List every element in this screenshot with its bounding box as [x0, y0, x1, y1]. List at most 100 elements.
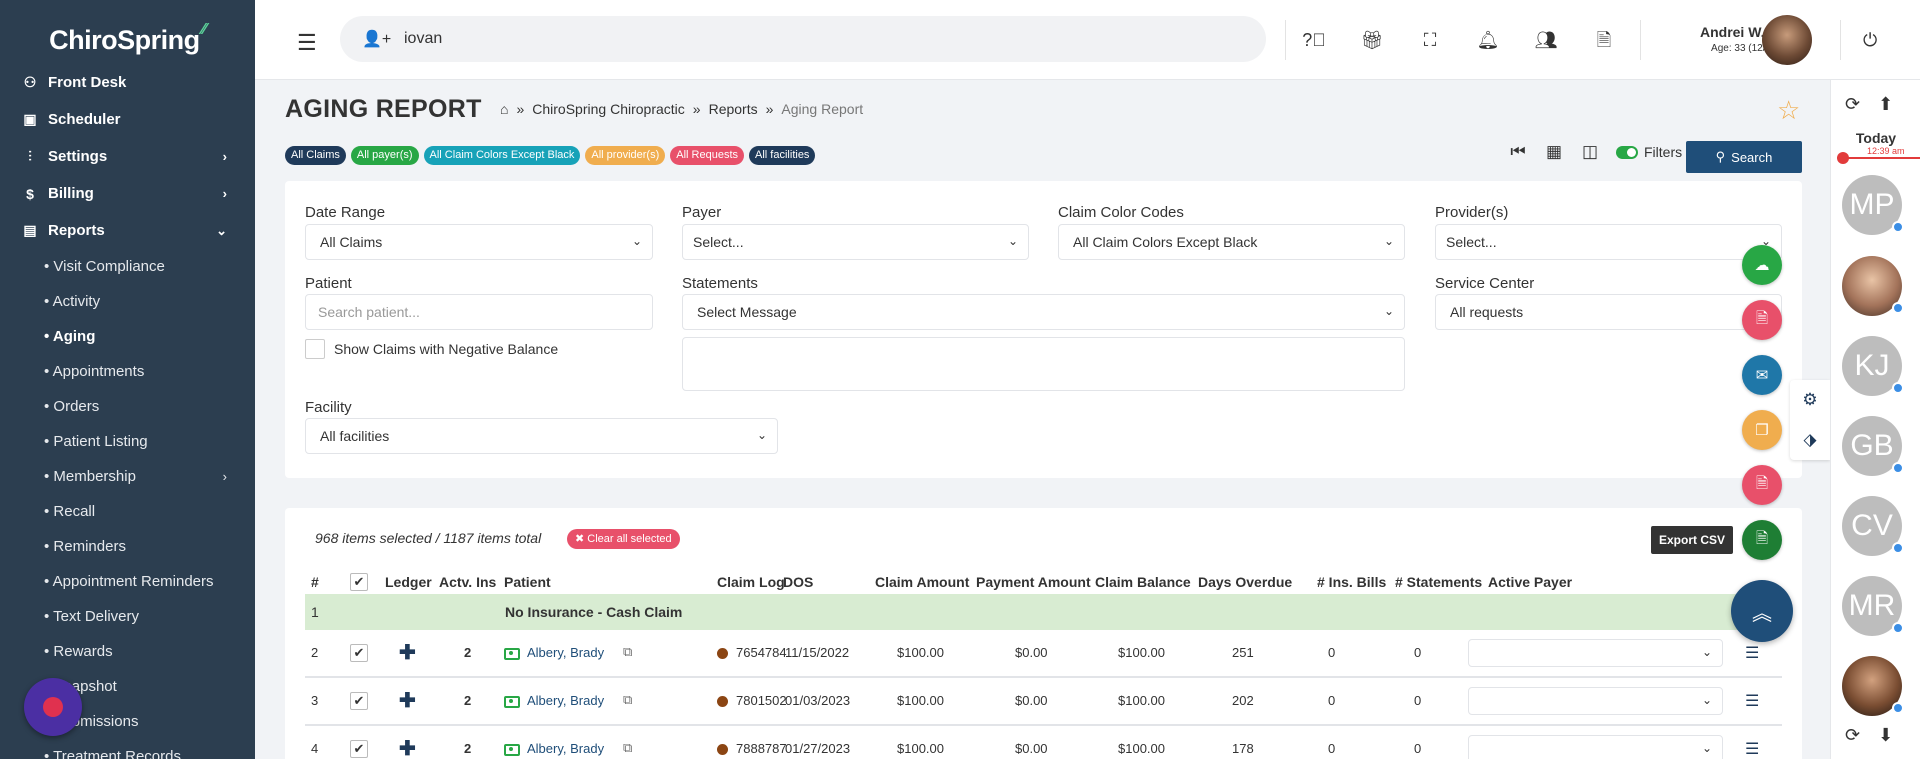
- home-icon[interactable]: ⌂: [500, 101, 508, 117]
- sidebar-sub-treatment-records[interactable]: • Treatment Records: [0, 739, 255, 759]
- add-ledger-icon[interactable]: ✚: [399, 736, 416, 759]
- handshake-icon[interactable]: ⬗: [1790, 420, 1830, 460]
- payer-select[interactable]: Select... ⌄: [682, 224, 1029, 260]
- col-header[interactable]: Patient: [504, 574, 551, 590]
- record-button[interactable]: [24, 678, 82, 736]
- gift-icon[interactable]: 🎁︎: [1343, 22, 1401, 58]
- power-icon[interactable]: ⏻: [1863, 30, 1877, 51]
- sidebar-sub-reminders[interactable]: • Reminders: [0, 529, 255, 564]
- users-icon[interactable]: 👥︎: [1517, 22, 1575, 58]
- sidebar-sub-recall[interactable]: • Recall: [0, 494, 255, 529]
- claim-log-cell[interactable]: 7801502: [717, 693, 787, 708]
- sidebar-sub-membership[interactable]: • Membership ›: [0, 459, 255, 494]
- filters-toggle[interactable]: [1616, 145, 1638, 159]
- external-link-icon[interactable]: ⧉: [623, 692, 632, 708]
- patient-name[interactable]: Albery, Brady: [527, 741, 604, 756]
- arrow-down-icon[interactable]: ⬇: [1878, 725, 1893, 746]
- sidebar-sub-orders[interactable]: • Orders: [0, 389, 255, 424]
- statements-select[interactable]: Select Message ⌄: [682, 294, 1405, 330]
- external-link-icon[interactable]: ⧉: [623, 644, 632, 660]
- sidebar-item-front-desk[interactable]: ⚇ Front Desk: [0, 64, 255, 101]
- table-view-icon[interactable]: ▦: [1536, 142, 1572, 162]
- sidebar-item-scheduler[interactable]: ▣ Scheduler: [0, 101, 255, 138]
- arrow-up-icon[interactable]: ⬆: [1878, 94, 1893, 115]
- refresh-icon[interactable]: ⟳: [1845, 94, 1860, 115]
- patient-name[interactable]: Albery, Brady: [527, 645, 604, 660]
- row-checkbox[interactable]: ✔: [350, 644, 368, 662]
- col-header[interactable]: #: [311, 574, 319, 590]
- select-all-checkbox[interactable]: ✔: [350, 573, 368, 591]
- patient-name[interactable]: Albery, Brady: [527, 693, 604, 708]
- active-payer-select[interactable]: ⌄: [1468, 639, 1723, 667]
- pdf-export-icon[interactable]: 🗎: [1742, 465, 1782, 505]
- service-center-select[interactable]: All requests: [1435, 294, 1782, 330]
- col-header[interactable]: Active Payer: [1488, 574, 1572, 590]
- negative-balance-checkbox[interactable]: [305, 339, 325, 359]
- sidebar-item-billing[interactable]: $ Billing ›: [0, 175, 255, 212]
- patient-search-input[interactable]: [404, 30, 1204, 48]
- gears-icon[interactable]: ⚙: [1790, 380, 1830, 420]
- add-ledger-icon[interactable]: ✚: [399, 688, 416, 713]
- refresh-icon[interactable]: ⟳: [1845, 725, 1860, 746]
- staff-avatar[interactable]: [1842, 256, 1904, 316]
- col-header[interactable]: DOS: [783, 574, 813, 590]
- cloud-sync-icon[interactable]: ☁: [1742, 245, 1782, 285]
- add-ledger-icon[interactable]: ✚: [399, 640, 416, 665]
- sidebar-sub-patient-listing[interactable]: • Patient Listing: [0, 424, 255, 459]
- date-range-select[interactable]: All Claims ⌄: [305, 224, 653, 260]
- patient-search-bar[interactable]: 👤+: [340, 16, 1266, 62]
- col-header[interactable]: Actv. Ins: [439, 574, 496, 590]
- user-plus-icon[interactable]: 👤+: [362, 29, 392, 49]
- col-header[interactable]: # Ins. Bills: [1317, 574, 1386, 590]
- columns-view-icon[interactable]: ◫: [1572, 142, 1608, 162]
- list-icon[interactable]: ☰: [1745, 643, 1759, 663]
- patient-cell[interactable]: Albery, Brady: [504, 645, 604, 660]
- list-icon[interactable]: ☰: [1745, 691, 1759, 711]
- row-checkbox[interactable]: ✔: [350, 692, 368, 710]
- search-button[interactable]: ⚲ Search: [1686, 141, 1802, 173]
- sidebar-sub-activity[interactable]: • Activity: [0, 284, 255, 319]
- staff-avatar[interactable]: KJ: [1842, 336, 1904, 396]
- document-icon[interactable]: 🗎: [1575, 22, 1633, 58]
- table-row[interactable]: 3 ✔ ✚ 2 Albery, Brady ⧉ 7801502 01/03/20…: [305, 678, 1782, 726]
- csv-export-icon[interactable]: 🗎: [1742, 520, 1782, 560]
- list-icon[interactable]: ☰: [1745, 739, 1759, 759]
- claim-log-cell[interactable]: 7654784: [717, 645, 787, 660]
- help-icon[interactable]: ?⃝: [1285, 22, 1343, 58]
- providers-select[interactable]: Select... ⌄: [1435, 224, 1782, 260]
- col-header[interactable]: Claim Amount: [875, 574, 969, 590]
- email-icon[interactable]: ✉: [1742, 355, 1782, 395]
- hamburger-menu-icon[interactable]: ☰: [297, 30, 317, 56]
- bell-icon[interactable]: 🔔︎: [1459, 22, 1517, 58]
- sidebar-sub-aging[interactable]: • Aging: [0, 319, 255, 354]
- col-header[interactable]: Ledger: [385, 574, 432, 590]
- clear-all-selected-button[interactable]: ✖ Clear all selected: [567, 529, 680, 549]
- active-payer-select[interactable]: ⌄: [1468, 687, 1723, 715]
- pdf-icon[interactable]: 🗎: [1742, 300, 1782, 340]
- sidebar-item-settings[interactable]: ⫶ Settings ›: [0, 138, 255, 175]
- row-checkbox[interactable]: ✔: [350, 740, 368, 758]
- col-header[interactable]: # Statements: [1395, 574, 1482, 590]
- sidebar-sub-visit-compliance[interactable]: • Visit Compliance: [0, 249, 255, 284]
- col-header[interactable]: Days Overdue: [1198, 574, 1292, 590]
- claim-log-cell[interactable]: 7888787: [717, 741, 787, 756]
- sidebar-sub-rewards[interactable]: • Rewards: [0, 634, 255, 669]
- facility-select[interactable]: All facilities ⌄: [305, 418, 778, 454]
- first-page-icon[interactable]: ⏮: [1500, 142, 1536, 162]
- statement-message-textarea[interactable]: [682, 337, 1405, 391]
- external-link-icon[interactable]: ⧉: [623, 740, 632, 756]
- fullscreen-icon[interactable]: ⛶: [1401, 22, 1459, 58]
- active-payer-select[interactable]: ⌄: [1468, 735, 1723, 759]
- breadcrumb-item[interactable]: ChiroSpring Chiropractic: [532, 101, 685, 117]
- scroll-to-top-button[interactable]: ︽: [1731, 580, 1793, 642]
- breadcrumb-item[interactable]: Reports: [709, 101, 758, 117]
- sidebar-sub-text-delivery[interactable]: • Text Delivery: [0, 599, 255, 634]
- user-avatar[interactable]: [1762, 15, 1812, 65]
- sidebar-item-reports[interactable]: ▤ Reports ⌄: [0, 212, 255, 249]
- col-header[interactable]: Claim Balance: [1095, 574, 1191, 590]
- staff-avatar[interactable]: [1842, 656, 1904, 716]
- col-header[interactable]: Claim Log: [717, 574, 785, 590]
- patient-cell[interactable]: Albery, Brady: [504, 693, 604, 708]
- staff-avatar[interactable]: GB: [1842, 416, 1904, 476]
- copy-icon[interactable]: ❐: [1742, 410, 1782, 450]
